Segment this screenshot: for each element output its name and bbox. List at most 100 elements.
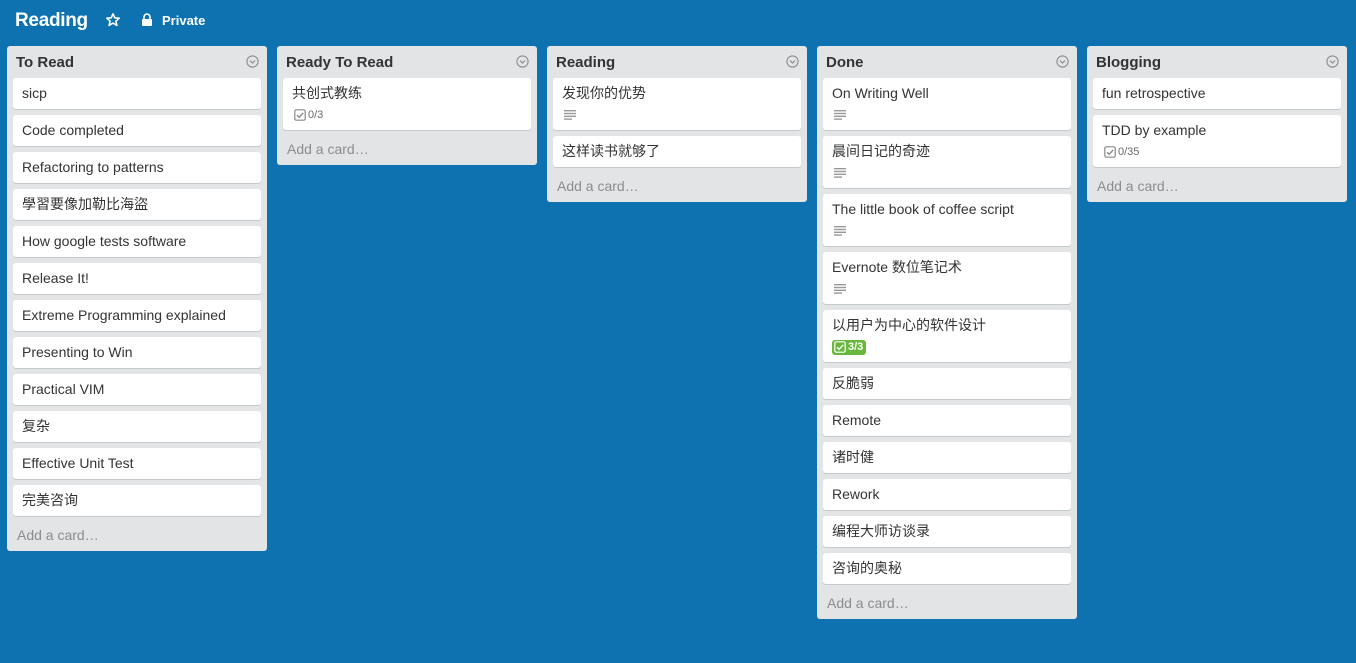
card[interactable]: Release It! [13,263,261,294]
card-title: 复杂 [22,418,50,434]
checklist-icon [1104,146,1116,158]
card-badges: 3/3 [832,339,1063,355]
description-icon [834,110,846,120]
card[interactable]: 诸时健 [823,442,1071,473]
card[interactable]: Evernote 数位笔记术 [823,252,1071,304]
card-badges [562,107,793,123]
add-card-button[interactable]: Add a card… [277,136,537,165]
card[interactable]: Rework [823,479,1071,510]
list-header: Done [817,46,1077,76]
checklist-icon [834,341,846,353]
checklist-badge: 3/3 [832,340,867,355]
card[interactable]: 反脆弱 [823,368,1071,399]
card[interactable]: 以用户为中心的软件设计 3/3 [823,310,1071,362]
card[interactable]: 编程大师访谈录 [823,516,1071,547]
list-title[interactable]: Blogging [1096,54,1161,71]
star-icon[interactable] [105,12,121,28]
card-badges [832,281,1063,297]
card-badges [832,165,1063,181]
card-title: How google tests software [22,233,187,249]
card-title: Code completed [22,122,124,138]
description-icon [564,110,576,120]
card-title: Remote [832,412,882,428]
list-ready-to-read: Ready To Read 共创式教练 0/3 Add a card… [277,46,537,165]
card[interactable]: The little book of coffee script [823,194,1071,246]
board-title[interactable]: Reading [15,10,88,32]
card-title: On Writing Well [832,85,929,101]
list-header: Ready To Read [277,46,537,76]
list-to-read: To Read sicp Code completed Refactoring to … [7,46,267,551]
card[interactable]: sicp [13,78,261,109]
card[interactable]: 共创式教练 0/3 [283,78,531,130]
card[interactable]: Presenting to Win [13,337,261,368]
card-title: Evernote 数位笔记术 [832,259,962,275]
card-list: sicp Code completed Refactoring to pattern… [7,76,267,516]
card[interactable]: 复杂 [13,411,261,442]
checklist-count: 3/3 [848,341,864,353]
card-title: Effective Unit Test [22,455,134,471]
description-icon [834,168,846,178]
card-badges [832,107,1063,123]
card[interactable]: 咨询的奥秘 [823,553,1071,584]
chevron-down-circle-icon[interactable] [246,55,259,68]
card-list: On Writing Well 晨间日记的奇迹 The little book of… [817,76,1077,584]
card-title: 學習要像加勒比海盜 [22,196,148,212]
checklist-badge: 0/3 [294,108,323,123]
privacy-label[interactable]: Private [162,13,205,28]
chevron-down-circle-icon[interactable] [1056,55,1069,68]
list-title[interactable]: Done [826,54,864,71]
card-list: 共创式教练 0/3 [277,76,537,130]
list-done: Done On Writing Well 晨间日记的奇迹 The little boo… [817,46,1077,619]
list-header: To Read [7,46,267,76]
add-card-button[interactable]: Add a card… [817,590,1077,619]
card-title: TDD by example [1102,122,1207,138]
card-title: Rework [832,486,880,502]
card-title: Presenting to Win [22,344,133,360]
card[interactable]: Code completed [13,115,261,146]
checklist-icon [294,109,306,121]
add-card-button[interactable]: Add a card… [547,173,807,202]
chevron-down-circle-icon[interactable] [516,55,529,68]
card[interactable]: 这样读书就够了 [553,136,801,167]
card[interactable]: How google tests software [13,226,261,257]
card-title: 发现你的优势 [562,85,646,101]
card[interactable]: 晨间日记的奇迹 [823,136,1071,188]
card-badges [832,223,1063,239]
card-badges: 0/35 [1102,144,1333,160]
card[interactable]: Effective Unit Test [13,448,261,479]
card-title: 晨间日记的奇迹 [832,143,930,159]
list-header: Reading [547,46,807,76]
card[interactable]: Practical VIM [13,374,261,405]
lock-icon [142,13,152,26]
card-title: 编程大师访谈录 [832,523,930,539]
card-title: 反脆弱 [832,375,874,391]
checklist-badge: 0/35 [1104,145,1139,160]
card-title: Release It! [22,270,89,286]
add-card-button[interactable]: Add a card… [1087,173,1347,202]
card[interactable]: 學習要像加勒比海盜 [13,189,261,220]
list-title[interactable]: Ready To Read [286,54,393,71]
card-title: Refactoring to patterns [22,159,164,175]
card[interactable]: fun retrospective [1093,78,1341,109]
card-title: The little book of coffee script [832,201,1014,217]
card[interactable]: 发现你的优势 [553,78,801,130]
card-title: fun retrospective [1102,85,1206,101]
card[interactable]: On Writing Well [823,78,1071,130]
card-title: 以用户为中心的软件设计 [832,317,986,333]
checklist-count: 0/35 [1118,146,1140,158]
card-title: 咨询的奥秘 [832,560,902,576]
card-list: 发现你的优势 这样读书就够了 [547,76,807,167]
list-title[interactable]: Reading [556,54,615,71]
chevron-down-circle-icon[interactable] [1326,55,1339,68]
list-title[interactable]: To Read [16,54,74,71]
chevron-down-circle-icon[interactable] [786,55,799,68]
add-card-button[interactable]: Add a card… [7,522,267,551]
card-title: 这样读书就够了 [562,143,660,159]
card-title: 诸时健 [832,449,874,465]
card[interactable]: Extreme Programming explained [13,300,261,331]
card-title: 完美咨询 [22,492,78,508]
card[interactable]: TDD by example 0/35 [1093,115,1341,167]
card[interactable]: Remote [823,405,1071,436]
card[interactable]: Refactoring to patterns [13,152,261,183]
card[interactable]: 完美咨询 [13,485,261,516]
